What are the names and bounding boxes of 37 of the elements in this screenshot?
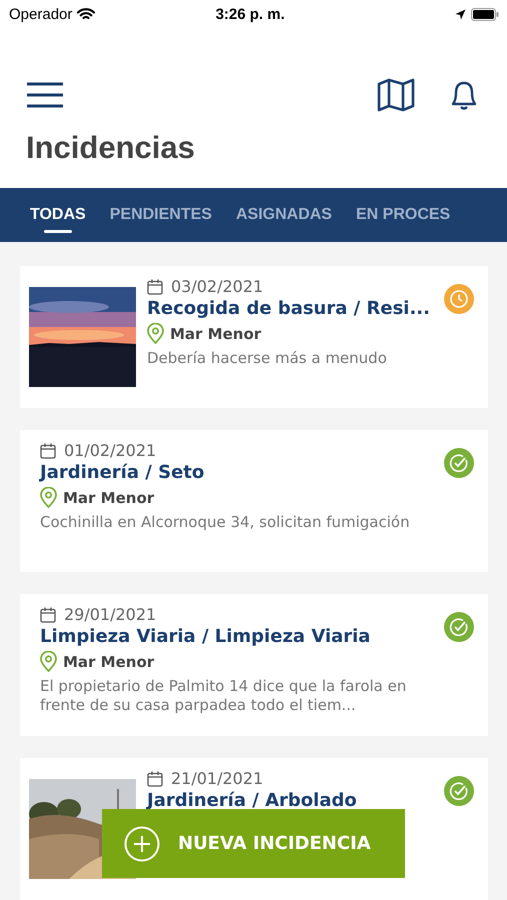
incident-date: 29/01/2021 [64, 605, 156, 624]
menu-icon[interactable] [26, 82, 64, 108]
filter-tab[interactable]: PENDIENTES [98, 188, 224, 242]
incident-location: Mar Menor [63, 652, 154, 670]
plus-icon [124, 826, 160, 862]
incident-title: Jardinería / Arbolado [147, 790, 358, 811]
incident-title: Jardinería / Seto [40, 462, 206, 483]
calendar-icon [40, 606, 56, 622]
location-pin-icon [40, 651, 57, 672]
location-pin-icon [147, 323, 164, 344]
incident-date: 03/02/2021 [171, 277, 264, 296]
incident-card[interactable]: 29/01/2021 Limpieza Viaria / Limpieza Viaria Mar Menor El propietario de Palmito 14 dice que la farola en frente de su casa parpadea todo el tiem... [20, 594, 488, 736]
calendar-icon [147, 770, 163, 786]
incident-title: Limpieza Viaria / Limpieza Viaria [40, 626, 372, 647]
incident-location: Mar Menor [170, 324, 262, 342]
calendar-icon [147, 278, 163, 294]
wifi-icon [77, 8, 96, 20]
incident-description: Debería hacerse más a menudo [147, 349, 388, 368]
map-icon[interactable] [377, 78, 415, 112]
incident-date: 21/01/2021 [171, 769, 264, 788]
location-arrow-icon [455, 8, 466, 20]
incident-description: Cochinilla en Alcornoque 34, solicitan fumigación [40, 513, 411, 532]
calendar-icon [40, 442, 56, 458]
filter-tab[interactable]: ASIGNADAS [224, 188, 344, 242]
location-pin-icon [40, 487, 57, 508]
incident-description: El propietario de Palmito 14 dice que la farola en frente de su casa parpadea todo el tiem... [40, 677, 408, 715]
carrier-name: Operador [9, 6, 72, 22]
incident-date: 01/02/2021 [64, 441, 156, 460]
incident-card[interactable]: 03/02/2021 Recogida de basura / Resi... Mar Menor Debería hacerse más a menudo [20, 266, 488, 408]
clock-time: 3:26 p. m. [214, 6, 286, 22]
incident-location: Mar Menor [63, 488, 154, 506]
incident-title: Recogida de basura / Resi... [147, 298, 431, 319]
incident-card[interactable]: 01/02/2021 Jardinería / Seto Mar Menor Cochinilla en Alcornoque 34, solicitan fumigación [20, 430, 488, 572]
page-title: Incidencias [0, 118, 507, 188]
filter-tab[interactable]: EN PROCES [344, 188, 462, 242]
filter-tab[interactable]: TODAS [18, 188, 98, 242]
battery-icon [471, 8, 499, 20]
